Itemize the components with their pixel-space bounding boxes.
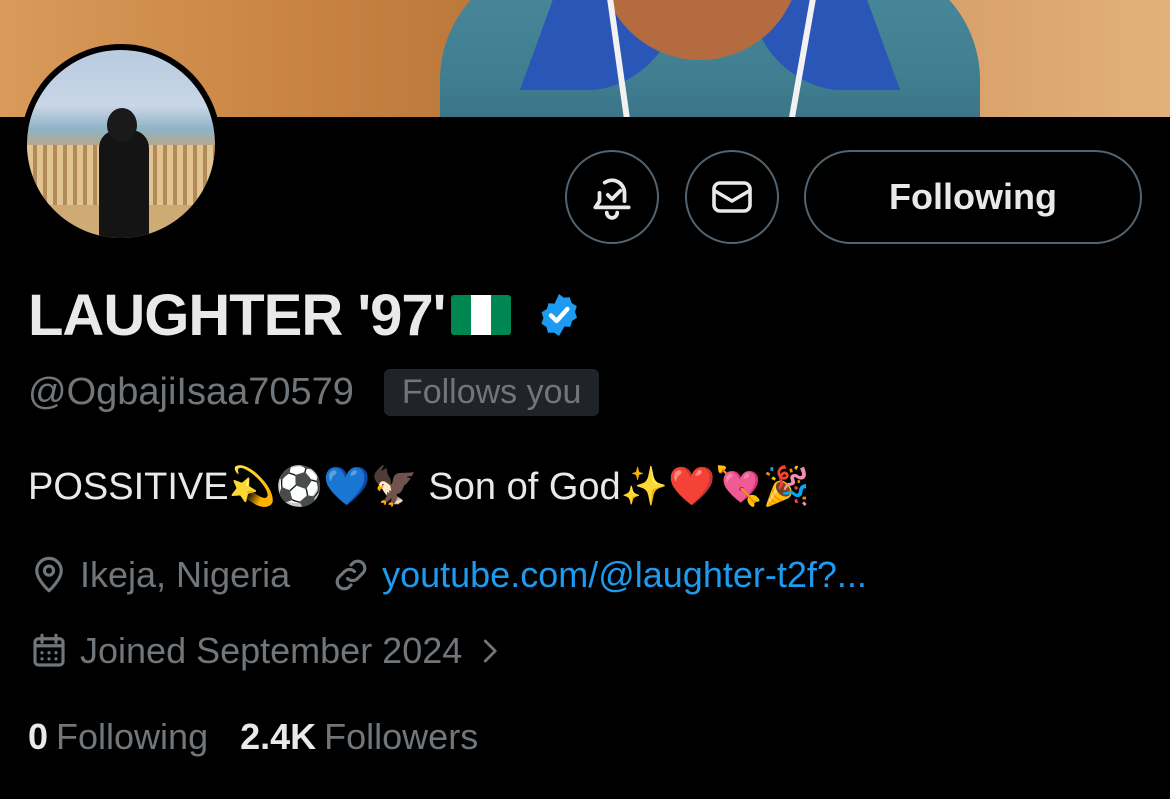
location-text: Ikeja, Nigeria bbox=[80, 554, 291, 595]
nigeria-flag-icon bbox=[451, 295, 512, 335]
message-button[interactable] bbox=[685, 150, 779, 244]
profile-bio: POSSITIVE💫⚽💙🦅 Son of God✨❤️💘🎉 bbox=[28, 466, 810, 508]
following-label: Following bbox=[56, 716, 209, 757]
notifications-button[interactable] bbox=[565, 150, 659, 244]
following-count: 0 bbox=[28, 716, 49, 757]
name-row: LAUGHTER '97' bbox=[28, 280, 583, 350]
avatar-photo bbox=[27, 50, 215, 238]
joined-date-text: Joined September 2024 bbox=[80, 630, 463, 671]
following-button[interactable]: Following bbox=[804, 150, 1142, 244]
avatar-photo-head bbox=[107, 108, 137, 142]
profile-meta-row: Ikeja, Nigeria youtube.com/@laughter-t2f… bbox=[28, 550, 867, 600]
verified-badge-icon[interactable] bbox=[535, 291, 583, 339]
profile-website-link[interactable]: youtube.com/@laughter-t2f?... bbox=[382, 554, 867, 596]
link-icon bbox=[335, 559, 367, 591]
joined-date-row[interactable]: Joined September 2024 bbox=[28, 626, 504, 676]
display-name: LAUGHTER '97' bbox=[28, 282, 446, 348]
location-pin-icon bbox=[35, 556, 63, 593]
bell-check-icon bbox=[593, 178, 631, 220]
avatar-photo-person bbox=[99, 130, 149, 238]
following-stat[interactable]: 0 Following bbox=[28, 716, 208, 758]
follows-you-badge: Follows you bbox=[383, 368, 600, 416]
chevron-right-icon bbox=[484, 639, 497, 663]
followers-label: Followers bbox=[324, 716, 479, 757]
handle-row: @OgbajiIsaa70579 Follows you bbox=[28, 366, 600, 418]
profile-screen: Following LAUGHTER '97' @OgbajiIsaa70579… bbox=[0, 0, 1170, 799]
followers-count: 2.4K bbox=[240, 716, 317, 757]
follow-stats-row: 0 Following 2.4K Followers bbox=[28, 712, 478, 762]
envelope-icon bbox=[712, 181, 752, 213]
followers-stat[interactable]: 2.4K Followers bbox=[240, 716, 478, 758]
calendar-icon bbox=[33, 633, 65, 667]
avatar[interactable] bbox=[21, 44, 221, 244]
username-handle: @OgbajiIsaa70579 bbox=[28, 370, 354, 413]
